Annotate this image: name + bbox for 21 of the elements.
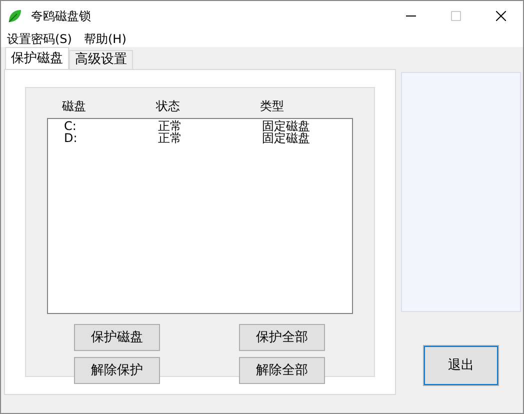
- action-button[interactable]: 保护磁盘: [74, 324, 160, 351]
- window-title: 夸鸥磁盘锁: [31, 8, 91, 24]
- column-header: 磁盘: [62, 99, 86, 113]
- leaf-icon: [7, 8, 23, 24]
- table-cell: D:: [64, 131, 78, 145]
- menu-item[interactable]: 设置密码(S): [7, 30, 72, 48]
- column-header: 状态: [156, 99, 180, 113]
- action-button[interactable]: 保护全部: [239, 324, 325, 351]
- menu-item[interactable]: 帮助(H): [84, 30, 126, 48]
- action-button[interactable]: 解除全部: [239, 357, 325, 384]
- table-cell: 正常: [158, 119, 182, 133]
- table-cell: 正常: [158, 131, 182, 145]
- action-button[interactable]: 解除保护: [74, 357, 160, 384]
- table-cell: 固定磁盘: [262, 131, 310, 145]
- close-icon[interactable]: [496, 10, 506, 20]
- table-cell: C:: [64, 119, 76, 133]
- tab[interactable]: 保护磁盘: [5, 47, 69, 69]
- column-header: 类型: [260, 99, 284, 113]
- exit-button[interactable]: 退出: [423, 345, 499, 386]
- table-cell: 固定磁盘: [262, 119, 310, 133]
- tab[interactable]: 高级设置: [69, 50, 133, 69]
